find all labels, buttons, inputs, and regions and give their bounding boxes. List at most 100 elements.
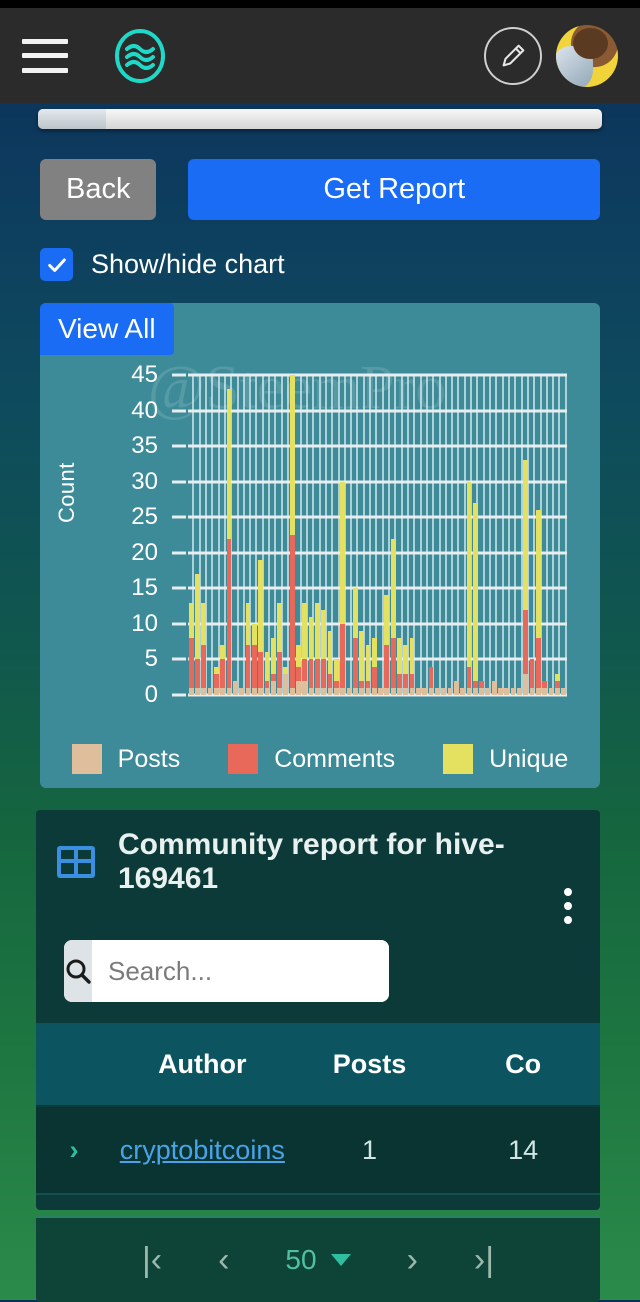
- view-all-button[interactable]: View All: [40, 303, 174, 355]
- table-header-posts[interactable]: Posts: [293, 1049, 447, 1080]
- get-report-button[interactable]: Get Report: [188, 159, 600, 220]
- bar-segment-posts: [308, 687, 314, 695]
- search-input[interactable]: [92, 940, 389, 1002]
- bar-segment-comments: [277, 652, 282, 688]
- hamburger-menu-icon[interactable]: [22, 38, 68, 73]
- bar-segment-unique: [327, 631, 333, 674]
- bar-segment-posts: [270, 680, 276, 695]
- bar-segment-posts: [466, 687, 472, 695]
- y-tick-30: 30: [131, 467, 158, 495]
- bar-segment-comments: [245, 645, 251, 688]
- bar-segment-posts: [384, 687, 390, 695]
- bar-segment-comments: [365, 680, 371, 688]
- show-hide-chart-checkbox[interactable]: [40, 248, 73, 281]
- y-axis-label: Count: [54, 462, 79, 523]
- row-expand-icon[interactable]: ›: [36, 1135, 112, 1166]
- bar-segment-unique: [283, 666, 289, 674]
- bar-segment-posts: [188, 687, 194, 695]
- scrollbar-thumb[interactable]: [38, 109, 106, 129]
- bar-segment-unique: [523, 460, 529, 610]
- bar-segment-comments: [529, 659, 535, 688]
- legend-item-unique[interactable]: Unique: [443, 744, 568, 774]
- bar-segment-unique: [397, 638, 402, 674]
- bar-segment-comments: [340, 623, 346, 688]
- bar-segment-posts: [251, 687, 257, 695]
- bar-segment-posts: [479, 687, 484, 695]
- tick-mark: [172, 657, 186, 661]
- bar-segment-posts: [226, 687, 232, 695]
- bar-segment-posts: [523, 673, 529, 695]
- row-posts-value: 1: [362, 1134, 378, 1165]
- bar-segment-comments: [296, 666, 301, 681]
- steem-wave-logo-icon[interactable]: [113, 28, 167, 83]
- bar-segment-posts: [416, 687, 421, 695]
- table-header-comments[interactable]: Co: [446, 1049, 600, 1080]
- bar-segment-posts: [277, 687, 282, 695]
- bar-segment-unique: [264, 652, 270, 681]
- table-header-author[interactable]: Author: [112, 1049, 293, 1080]
- y-tick-5: 5: [144, 645, 158, 673]
- next-page-button[interactable]: ›: [407, 1241, 418, 1280]
- bar-segment-unique: [390, 538, 396, 639]
- status-bar: [0, 0, 640, 8]
- bar-segment-comments: [201, 645, 207, 688]
- tick-mark: [172, 480, 186, 484]
- chevron-down-icon[interactable]: [330, 1254, 351, 1266]
- table-header-row: Author Posts Co: [36, 1023, 600, 1105]
- bar-segment-comments: [523, 609, 529, 674]
- back-button[interactable]: Back: [40, 159, 157, 220]
- bar-segment-unique: [188, 602, 194, 639]
- bar-segment-posts: [422, 687, 428, 695]
- bar-segment-posts: [264, 687, 270, 695]
- bar-segment-unique: [333, 659, 339, 681]
- legend-swatch: [228, 744, 259, 774]
- row-author-link[interactable]: cryptobitcoins: [112, 1135, 293, 1166]
- table-row[interactable]: › cryptobitcoins 1 14: [36, 1107, 600, 1195]
- page-size-select[interactable]: 50: [285, 1244, 351, 1276]
- bar-segment-comments: [397, 673, 402, 688]
- bar-segment-unique: [352, 588, 358, 639]
- horizontal-scrollbar[interactable]: [38, 109, 602, 129]
- bar-segment-posts: [327, 687, 333, 695]
- search-icon[interactable]: [64, 940, 92, 1002]
- last-page-button[interactable]: ›|: [474, 1241, 494, 1280]
- y-tick-20: 20: [131, 538, 158, 566]
- bar-segment-comments: [195, 659, 200, 688]
- bar-segment-posts: [548, 687, 554, 695]
- bar-segment-posts: [428, 687, 434, 695]
- y-tick-15: 15: [131, 574, 158, 602]
- bar-segment-posts: [453, 680, 459, 695]
- tick-mark: [172, 693, 186, 697]
- legend-item-comments[interactable]: Comments: [228, 744, 395, 774]
- tick-mark: [172, 586, 186, 590]
- prev-page-button[interactable]: ‹: [218, 1241, 229, 1280]
- bar-segment-posts: [554, 687, 560, 695]
- header-actions: [484, 24, 618, 87]
- bar-segment-comments: [352, 638, 358, 688]
- bar-segment-comments: [270, 673, 276, 681]
- bar-segment-comments: [466, 666, 472, 688]
- bar-segment-unique: [315, 602, 320, 660]
- legend-swatch: [71, 744, 102, 774]
- bar-segment-posts: [315, 687, 320, 695]
- bar-segment-posts: [340, 687, 346, 695]
- bar-segment-unique: [214, 666, 219, 674]
- bar-segment-posts: [434, 687, 440, 695]
- kebab-menu-icon[interactable]: [564, 888, 572, 924]
- y-tick-10: 10: [131, 609, 158, 637]
- bar-segment-posts: [529, 687, 535, 695]
- bar-segment-posts: [302, 680, 308, 695]
- legend-item-posts[interactable]: Posts: [71, 744, 180, 774]
- bar-59[interactable]: [560, 375, 566, 695]
- bar-segment-comments: [220, 659, 226, 688]
- search-box[interactable]: [64, 940, 389, 1002]
- bar-segment-unique: [258, 559, 263, 653]
- legend-label: Comments: [274, 744, 396, 773]
- bar-segment-posts: [245, 687, 251, 695]
- pencil-edit-icon[interactable]: [484, 26, 542, 85]
- bar-segment-posts: [371, 687, 377, 695]
- first-page-button[interactable]: |‹: [142, 1241, 162, 1280]
- avatar[interactable]: [556, 24, 618, 87]
- page-title: Community report for hive-169461: [118, 828, 505, 895]
- community-report-card: Community report for hive-169461 Author …: [36, 810, 600, 1210]
